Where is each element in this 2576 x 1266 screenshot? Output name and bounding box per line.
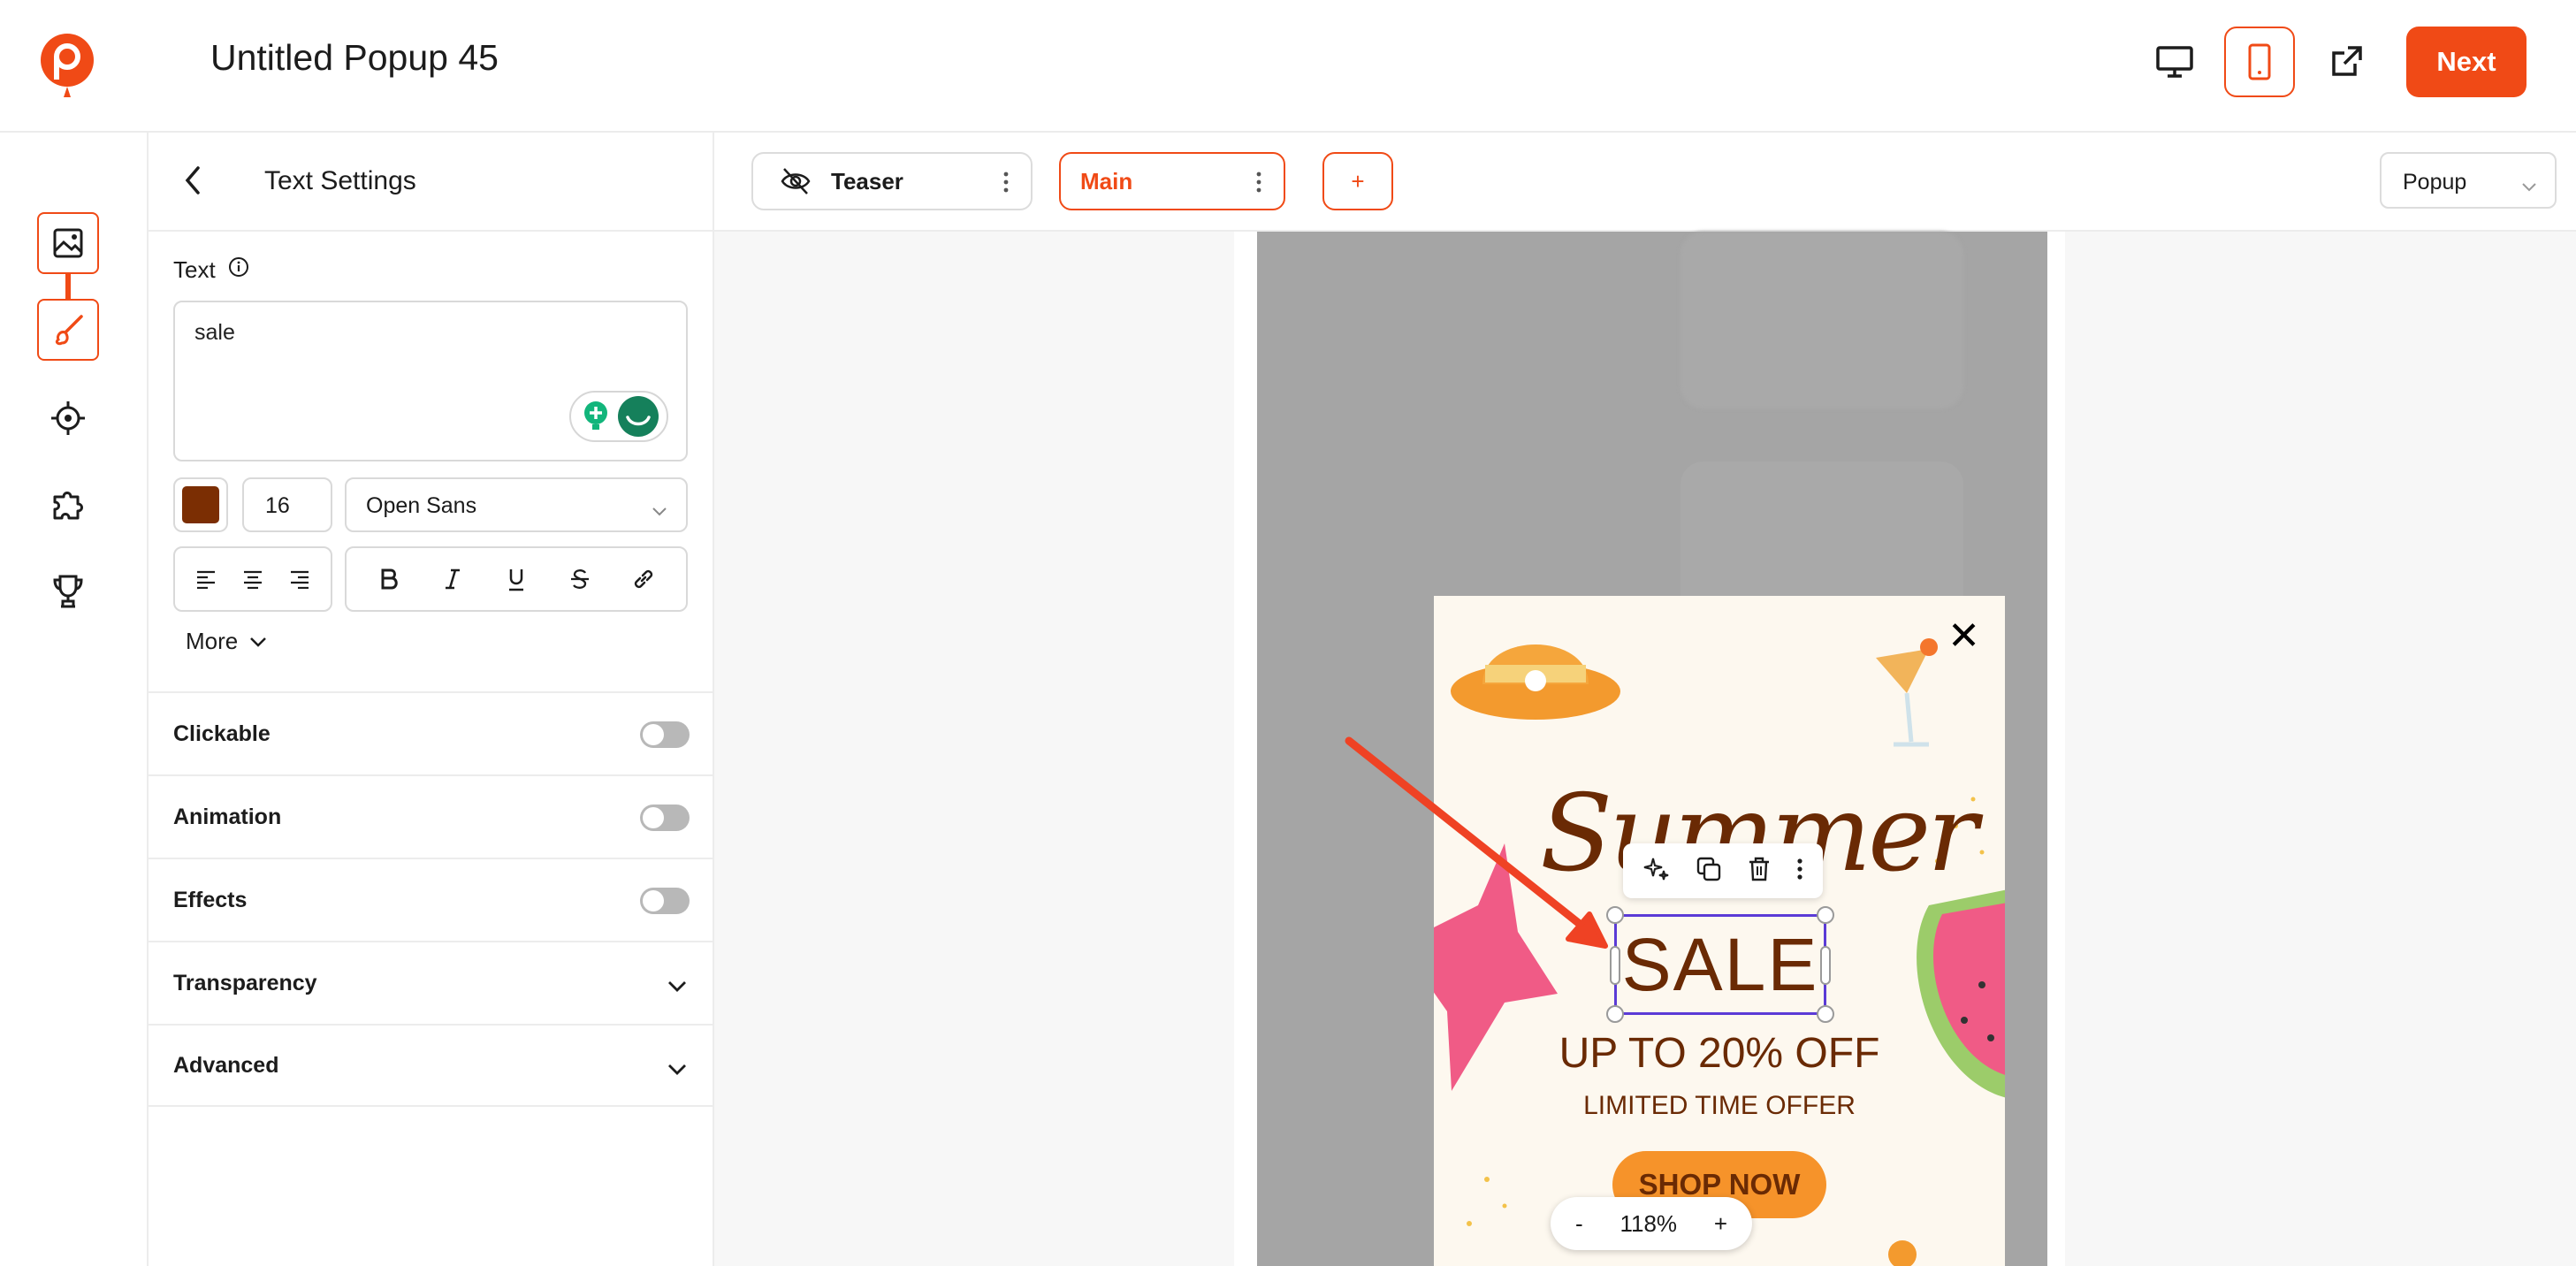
clickable-label: Clickable (173, 721, 271, 746)
back-arrow-icon[interactable] (180, 163, 205, 202)
editor-canvas[interactable]: ✕ Summer SALE UP TO 20% OFF LIMITED TIME… (714, 232, 2576, 1266)
font-family-select[interactable]: Open Sans (345, 477, 688, 532)
animation-label: Animation (173, 804, 282, 829)
limited-offer-text[interactable]: LIMITED TIME OFFER (1434, 1091, 2005, 1121)
tab-teaser-label: Teaser (831, 167, 903, 194)
bold-icon[interactable] (371, 561, 407, 597)
image-icon[interactable] (37, 212, 99, 274)
background-placeholder (1680, 232, 1963, 408)
text-label: Text (173, 256, 216, 283)
puzzle-icon[interactable] (37, 474, 99, 536)
clickable-toggle[interactable] (640, 721, 690, 748)
zoom-out-button[interactable]: - (1575, 1210, 1583, 1238)
popup-type-value: Popup (2403, 170, 2467, 194)
animation-toggle[interactable] (640, 805, 690, 831)
effects-label: Effects (173, 887, 248, 912)
close-icon[interactable]: ✕ (1947, 614, 1980, 659)
text-style-group (345, 546, 688, 612)
text-input-value: sale (194, 320, 235, 345)
italic-icon[interactable] (435, 561, 470, 597)
steps-tab-bar: Teaser Main + Popup (714, 133, 2576, 232)
zoom-control: - 118% + (1551, 1197, 1752, 1250)
brush-icon[interactable] (37, 299, 99, 361)
resize-handle[interactable] (1606, 906, 1624, 924)
resize-handle[interactable] (1817, 906, 1834, 924)
chevron-down-icon (250, 637, 267, 647)
panel-title: Text Settings (264, 166, 416, 195)
grammar-assistant-widget[interactable] (569, 391, 668, 442)
chevron-down-icon (667, 1057, 688, 1083)
top-bar: Untitled Popup 45 Next (0, 0, 2576, 133)
align-right-icon[interactable] (282, 561, 317, 597)
effects-section: Effects (149, 858, 714, 941)
text-input[interactable]: sale (173, 301, 688, 461)
mobile-icon[interactable] (2224, 27, 2295, 97)
resize-handle[interactable] (1817, 1005, 1834, 1023)
trash-icon[interactable] (1747, 856, 1772, 887)
effects-toggle[interactable] (640, 888, 690, 914)
resize-handle[interactable] (1820, 946, 1831, 985)
more-vertical-icon[interactable] (1796, 857, 1803, 886)
more-label: More (186, 628, 239, 654)
text-label-row: Text (173, 256, 249, 284)
chevron-down-icon (667, 974, 688, 1000)
align-center-icon[interactable] (235, 561, 271, 597)
external-link-icon[interactable] (2311, 27, 2382, 97)
tab-teaser[interactable]: Teaser (751, 152, 1033, 210)
rail-connector (65, 274, 71, 301)
color-fill (182, 486, 219, 523)
popup-preview[interactable]: ✕ Summer SALE UP TO 20% OFF LIMITED TIME… (1434, 596, 2005, 1266)
tab-main[interactable]: Main (1059, 152, 1285, 210)
alignment-group (173, 546, 332, 612)
more-vertical-icon[interactable] (1255, 170, 1262, 201)
info-icon[interactable] (228, 256, 249, 284)
transparency-label: Transparency (173, 970, 317, 995)
eye-off-icon[interactable] (780, 166, 812, 202)
zoom-in-button[interactable]: + (1714, 1210, 1727, 1238)
chevron-down-icon (2521, 173, 2537, 199)
animation-section: Animation (149, 774, 714, 858)
left-rail (0, 133, 149, 1266)
more-toggle[interactable]: More (186, 628, 268, 655)
more-vertical-icon[interactable] (1002, 170, 1010, 201)
resize-handle[interactable] (1610, 946, 1620, 985)
next-button[interactable]: Next (2406, 27, 2526, 97)
advanced-section[interactable]: Advanced (149, 1024, 714, 1107)
desktop-icon[interactable] (2139, 27, 2210, 97)
add-step-button[interactable]: + (1322, 152, 1393, 210)
popup-type-select[interactable]: Popup (2380, 152, 2557, 209)
text-color-swatch[interactable] (173, 477, 228, 532)
font-family-value: Open Sans (366, 493, 477, 518)
page-title[interactable]: Untitled Popup 45 (210, 37, 499, 79)
resize-handle[interactable] (1606, 1005, 1624, 1023)
target-icon[interactable] (37, 387, 99, 449)
advanced-label: Advanced (173, 1052, 279, 1078)
clickable-section: Clickable (149, 691, 714, 774)
sale-text[interactable]: SALE (1622, 922, 1819, 1008)
selected-text-element[interactable]: SALE (1606, 906, 1834, 1023)
ai-sparkle-icon[interactable] (1642, 855, 1671, 888)
font-size-input[interactable]: 16 (242, 477, 332, 532)
strikethrough-icon[interactable] (562, 561, 598, 597)
text-settings-panel: Text Settings Text sale 16 Open Sans Mor… (149, 133, 714, 1266)
duplicate-icon[interactable] (1696, 856, 1722, 887)
app: Untitled Popup 45 Next Text Settings Tex… (0, 0, 2576, 1266)
element-toolbar (1623, 843, 1823, 898)
panel-header: Text Settings (149, 133, 713, 232)
align-left-icon[interactable] (188, 561, 224, 597)
trophy-icon[interactable] (37, 561, 99, 622)
transparency-section[interactable]: Transparency (149, 941, 714, 1024)
chevron-down-icon (651, 499, 668, 524)
logo[interactable] (39, 32, 95, 103)
zoom-level: 118% (1620, 1209, 1678, 1237)
underline-icon[interactable] (499, 561, 534, 597)
tab-main-label: Main (1080, 167, 1133, 194)
offer-text[interactable]: UP TO 20% OFF (1434, 1029, 2005, 1078)
link-icon[interactable] (626, 561, 661, 597)
